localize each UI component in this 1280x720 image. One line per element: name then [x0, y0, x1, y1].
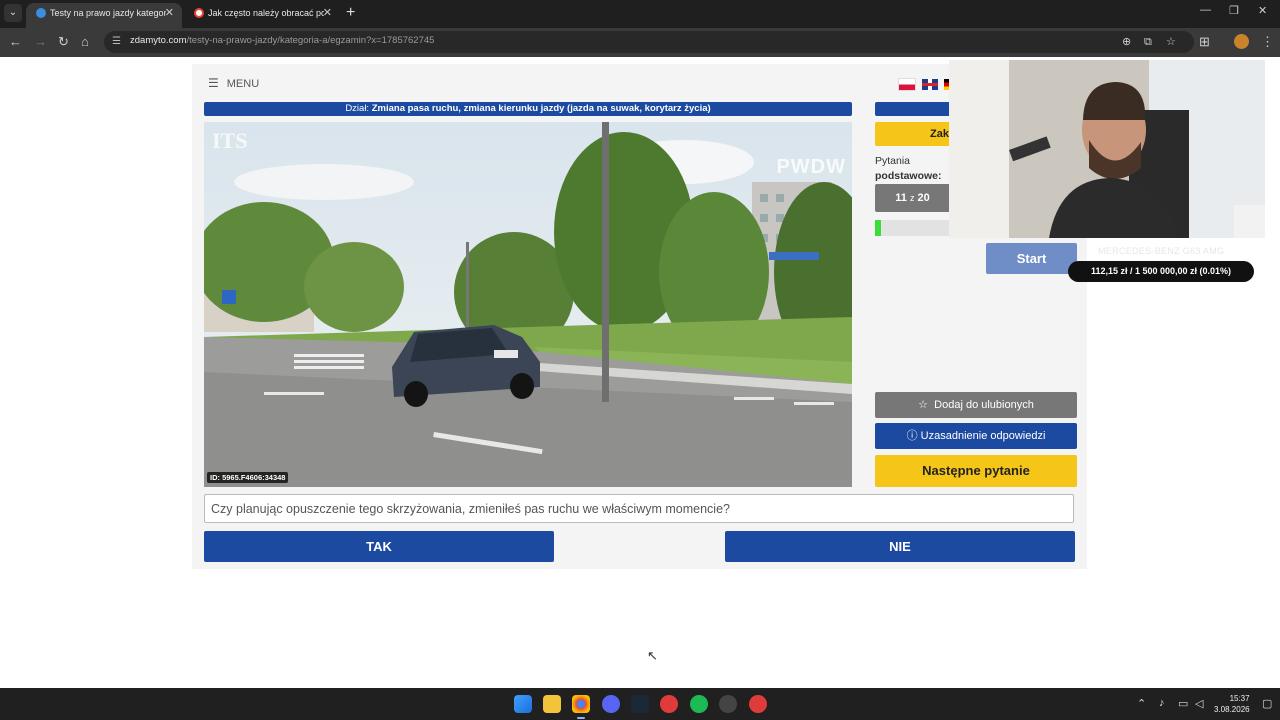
question-media[interactable]: ITS PWDW ID: 5965.F4606:34348 [204, 122, 852, 487]
site-info-icon[interactable]: ☰ [112, 36, 121, 47]
donation-goal-badge: 112,15 zł / 1 500 000,00 zł (0.01%) [1068, 261, 1254, 282]
browser-titlebar: ⌄ Testy na prawo jazdy kategoria ✕ Jak c… [0, 0, 1280, 28]
menu-label: MENU [226, 78, 260, 90]
question-text: Czy planując opuszczenie tego skrzyżowan… [204, 494, 1074, 523]
zoom-icon[interactable]: ⊕ [1122, 34, 1131, 50]
install-app-icon[interactable]: ⧉ [1144, 34, 1152, 50]
profile-avatar[interactable] [1234, 34, 1249, 49]
next-question-button[interactable]: Następne pytanie [875, 455, 1077, 487]
extensions-icon[interactable]: ⊞ [1199, 34, 1210, 50]
windows-start-icon[interactable] [514, 695, 532, 713]
new-tab-button[interactable]: + [346, 4, 355, 22]
add-favorite-button[interactable]: ☆ Dodaj do ulubionych [875, 392, 1077, 418]
mouse-cursor-icon: ↖ [647, 648, 658, 663]
tray-chevron-icon[interactable]: ⌃ [1137, 697, 1146, 710]
road-scene-image [204, 122, 852, 487]
tab-active[interactable]: Testy na prawo jazdy kategoria ✕ [26, 3, 182, 28]
chrome-icon[interactable] [572, 695, 590, 719]
section-prefix: Dział: [345, 103, 370, 114]
microphone-icon[interactable]: ♪ [1159, 697, 1165, 709]
file-explorer-icon[interactable] [543, 695, 561, 713]
back-icon[interactable]: ← [9, 34, 22, 50]
pwdw-watermark: PWDW [776, 156, 846, 178]
progress-fill [875, 220, 881, 236]
tab-title: Jak często należy obracać pozi [208, 8, 324, 18]
address-bar[interactable]: ☰ zdamyto.com/testy-na-prawo-jazdy/kateg… [104, 31, 1194, 53]
close-tab-icon[interactable]: ✕ [165, 3, 174, 24]
section-name: Zmiana pasa ruchu, zmiana kierunku jazdy… [371, 103, 711, 114]
answer-yes-button[interactable]: TAK [204, 531, 554, 562]
url-text: zdamyto.com/testy-na-prawo-jazdy/kategor… [130, 35, 435, 46]
menu-button[interactable]: ☰ MENU [208, 76, 259, 90]
its-watermark: ITS [212, 128, 248, 153]
tab-second[interactable]: Jak często należy obracać pozi ✕ [184, 3, 340, 28]
reload-icon[interactable]: ↻ [58, 34, 69, 50]
clock-time: 15:37 [1229, 694, 1250, 703]
notifications-icon[interactable]: ▢ [1262, 697, 1272, 710]
add-favorite-label: Dodaj do ulubionych [934, 399, 1034, 411]
flag-pl-icon[interactable] [898, 78, 916, 92]
google-favicon-icon [194, 8, 204, 18]
spotify-icon[interactable] [690, 695, 708, 713]
end-exam-button[interactable]: Zak [875, 122, 950, 146]
app-red-2-icon[interactable] [749, 695, 767, 713]
tab-title: Testy na prawo jazdy kategoria [50, 8, 166, 18]
start-button[interactable]: Start [986, 243, 1077, 274]
hamburger-icon: ☰ [208, 76, 219, 90]
counter-current: 11 [895, 192, 907, 204]
tab-search-button[interactable]: ⌄ [4, 4, 22, 22]
app-red-icon[interactable] [660, 695, 678, 713]
clock-date: 3.08.2026 [1214, 705, 1250, 714]
flag-gb-icon[interactable] [922, 79, 938, 91]
bookmark-star-icon[interactable]: ☆ [1166, 34, 1176, 50]
close-window-icon[interactable]: ✕ [1258, 4, 1267, 17]
obs-icon[interactable] [719, 695, 737, 713]
media-id-label: ID: 5965.F4606:34348 [207, 472, 289, 483]
network-icon[interactable]: ▭ [1178, 697, 1188, 710]
volume-icon[interactable]: ◁ [1195, 697, 1203, 710]
counter-label-bottom: podstawowe: [875, 170, 942, 182]
discord-icon[interactable] [602, 695, 620, 713]
home-icon[interactable]: ⌂ [81, 34, 89, 50]
more-menu-icon[interactable]: ⋮ [1261, 34, 1274, 50]
tab-favicon-icon [36, 8, 46, 18]
progress-bar [875, 220, 950, 236]
webcam-overlay [949, 60, 1265, 238]
steam-icon[interactable] [631, 695, 649, 713]
minimize-icon[interactable]: — [1200, 4, 1211, 16]
close-tab-icon[interactable]: ✕ [323, 3, 332, 24]
question-counter-label: Pytania podstawowe: [875, 154, 942, 184]
counter-sep: z [909, 193, 915, 203]
counter-total: 20 [917, 192, 930, 204]
question-counter: 11 z 20 [875, 184, 950, 212]
justification-button[interactable]: ⓘ Uzasadnienie odpowiedzi [875, 423, 1077, 449]
counter-label-top: Pytania [875, 155, 911, 167]
star-icon: ☆ [918, 399, 929, 411]
question-circle-icon: ⓘ [906, 430, 918, 442]
section-header: Dział: Zmiana pasa ruchu, zmiana kierunk… [204, 102, 852, 116]
answer-no-button[interactable]: NIE [725, 531, 1075, 562]
system-clock[interactable]: 15:37 3.08.2026 [1214, 693, 1250, 715]
restore-icon[interactable]: ❐ [1229, 4, 1239, 17]
justification-label: Uzasadnienie odpowiedzi [920, 430, 1046, 442]
taskbar: ⌃ ♪ ▭ ◁ 15:37 3.08.2026 ▢ [0, 688, 1280, 720]
webcam-image [949, 60, 1265, 238]
forward-icon[interactable]: → [34, 34, 47, 50]
timer-bar [875, 102, 950, 116]
goal-item-label: MERCEDES-BENZ G63 AMG [1098, 246, 1225, 256]
browser-toolbar: ← → ↻ ⌂ ☰ zdamyto.com/testy-na-prawo-jaz… [0, 28, 1280, 57]
